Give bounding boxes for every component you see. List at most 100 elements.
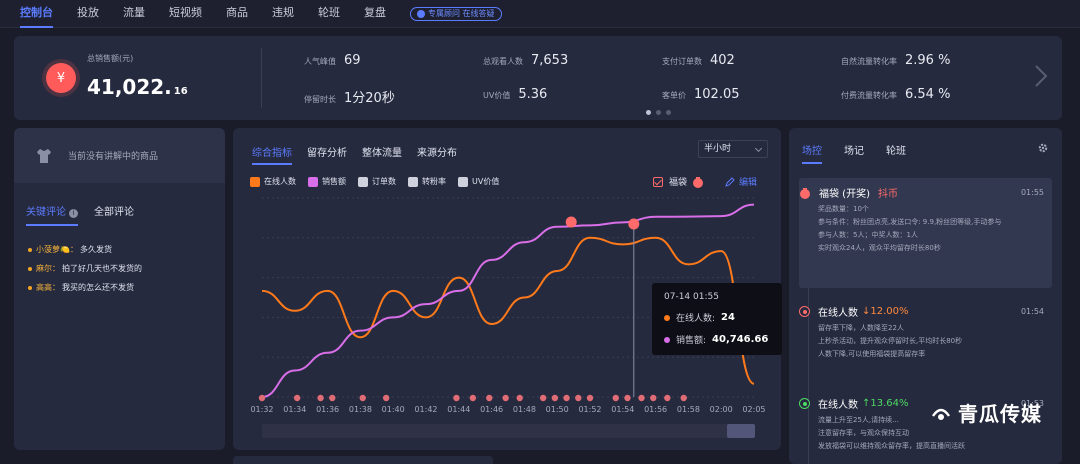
event-time: 01:54: [1020, 307, 1044, 316]
order-marker: [502, 394, 509, 402]
x-tick-label: 01:48: [513, 405, 536, 414]
tooltip-row-online: 在线人数: 24: [664, 311, 770, 324]
metric-stay: 停留时长 1分20秒: [304, 91, 395, 106]
metric-paid-conv: 付费流量转化率 6.54 %: [841, 87, 951, 102]
divider: [261, 48, 262, 108]
metric-natural-conv: 自然流量转化率 2.96 %: [841, 53, 951, 68]
down-node-icon: [799, 306, 810, 317]
order-marker: [317, 394, 324, 402]
x-tick-label: 01:36: [316, 405, 339, 414]
x-tick-label: 01:46: [480, 405, 503, 414]
lucky-bag-marker[interactable]: [628, 218, 640, 230]
nav-console[interactable]: 控制台: [20, 0, 53, 28]
nav-goods[interactable]: 商品: [226, 0, 248, 28]
event-delta: ↑13.64%: [862, 398, 909, 409]
order-marker: [539, 394, 547, 402]
comment-tabs: 关键评论 i 全部评论: [26, 203, 134, 226]
nav-violation[interactable]: 违规: [272, 0, 294, 28]
event-detail: 奖品数量：10个 参与条件：粉丝团点亮,发送口令: 9.9,粉丝团等级,手动参与…: [818, 205, 1002, 252]
tooltip-row-sales: 销售额: 40,746.66: [664, 333, 770, 346]
tab-field-notes[interactable]: 场记: [844, 142, 864, 164]
order-marker: [258, 394, 266, 402]
next-panel-peek: [233, 456, 493, 464]
order-marker: [650, 394, 657, 402]
order-marker: [329, 394, 336, 402]
order-marker: [469, 394, 477, 402]
metric-viewers: 总观看人数 7,653: [483, 53, 569, 68]
comments-panel: 当前没有讲解中的商品 关键评论 i 全部评论 小菠萝🍋： 多久发货 麻尔： 拍了好几天…: [14, 128, 225, 450]
tab-all-comments[interactable]: 全部评论: [94, 203, 134, 226]
tooltip-time: 07-14 01:55: [664, 292, 719, 302]
x-tick-label: 01:50: [546, 405, 569, 414]
tab-key-comments[interactable]: 关键评论 i: [26, 203, 78, 226]
order-marker: [563, 394, 570, 402]
order-marker: [486, 394, 493, 402]
nav-short-video[interactable]: 短视频: [169, 0, 202, 28]
slider-handle[interactable]: [727, 424, 755, 438]
event-time: 01:55: [1020, 188, 1044, 197]
comment-list: 小菠萝🍋： 多久发货 麻尔： 拍了好几天也不发货的 高高： 我买的怎么还不发货: [28, 244, 142, 301]
top-nav: 控制台 投放 流量 短视频 商品 违规 轮班 复盘 专属顾问 在线答疑: [0, 0, 1080, 28]
yen-icon: ¥: [46, 63, 76, 93]
tab-shift[interactable]: 轮班: [886, 142, 906, 164]
event-title: 在线人数: [818, 308, 858, 319]
event-tag: 抖币: [877, 189, 898, 200]
up-node-icon: [799, 398, 810, 409]
nav-traffic[interactable]: 流量: [123, 0, 145, 28]
order-marker: [586, 394, 594, 402]
metric-orders: 支付订单数 402: [662, 53, 735, 68]
event-online-down[interactable]: 在线人数 ↓12.00% 01:54 留存率下降，人数降至22人 上秒杀活动，提…: [799, 304, 1052, 361]
tab-field-control[interactable]: 场控: [802, 142, 822, 164]
sales-value: 41,022. 16: [87, 75, 188, 99]
order-marker: [638, 394, 645, 402]
chart-zoom-slider[interactable]: [262, 424, 755, 438]
x-tick-label: 01:54: [611, 405, 634, 414]
info-icon: i: [69, 209, 78, 218]
x-tick-label: 01:34: [283, 405, 306, 414]
order-marker: [359, 394, 366, 402]
logo-icon: [932, 408, 950, 420]
order-marker: [664, 394, 671, 402]
lucky-bag-icon: [800, 187, 810, 199]
order-marker: [680, 394, 687, 402]
order-marker: [516, 394, 523, 402]
lucky-bag-marker[interactable]: [565, 216, 577, 228]
gear-icon[interactable]: [1038, 143, 1048, 153]
nav-shift[interactable]: 轮班: [318, 0, 340, 28]
event-title: 在线人数: [818, 400, 858, 411]
nav-ads[interactable]: 投放: [77, 0, 99, 28]
consult-button[interactable]: 专属顾问 在线答疑: [410, 6, 502, 21]
order-marker: [575, 394, 582, 402]
event-title: 福袋 (开奖): [819, 189, 870, 200]
list-item: 高高： 我买的怎么还不发货: [28, 282, 142, 293]
list-item: 麻尔： 拍了好几天也不发货的: [28, 263, 142, 274]
event-delta: ↓12.00%: [862, 306, 909, 317]
order-marker: [453, 394, 460, 402]
x-tick-label: 01:58: [677, 405, 700, 414]
no-live-product: 当前没有讲解中的商品: [14, 128, 225, 183]
x-tick-label: 01:44: [447, 405, 470, 414]
x-tick-label: 01:42: [414, 405, 437, 414]
x-tick-label: 01:32: [250, 405, 273, 414]
order-marker: [382, 394, 390, 402]
order-marker: [293, 394, 301, 402]
event-fudai[interactable]: 福袋 (开奖) 抖币 01:55 奖品数量：10个 参与条件：粉丝团点亮,发送口…: [799, 178, 1052, 288]
x-tick-label: 02:00: [710, 405, 733, 414]
metric-uv: UV价值 5.36: [483, 87, 548, 102]
control-tabs: 场控 场记 轮班: [802, 142, 906, 164]
order-marker: [624, 394, 631, 402]
x-tick-label: 01:52: [578, 405, 601, 414]
shirt-icon: [37, 148, 51, 163]
watermark-logo: 青瓜传媒: [930, 398, 1042, 427]
consult-label: 专属顾问 在线答疑: [428, 9, 495, 18]
x-tick-label: 01:38: [349, 405, 372, 414]
order-marker: [612, 394, 619, 402]
sales-label: 总销售额(元): [87, 54, 134, 63]
chart-panel: 综合指标 留存分析 整体流量 来源分布 半小时 在线人数 销售额 订单数 转粉率…: [233, 128, 782, 450]
x-tick-label: 01:40: [382, 405, 405, 414]
nav-review[interactable]: 复盘: [364, 0, 386, 28]
pager-dots: [646, 110, 671, 115]
event-detail: 留存率下降，人数降至22人 上秒杀活动，提升观众停留时长,平均时长80秒 人数下…: [818, 324, 963, 358]
chevron-right-icon[interactable]: [1032, 64, 1050, 88]
list-item: 小菠萝🍋： 多久发货: [28, 244, 142, 255]
